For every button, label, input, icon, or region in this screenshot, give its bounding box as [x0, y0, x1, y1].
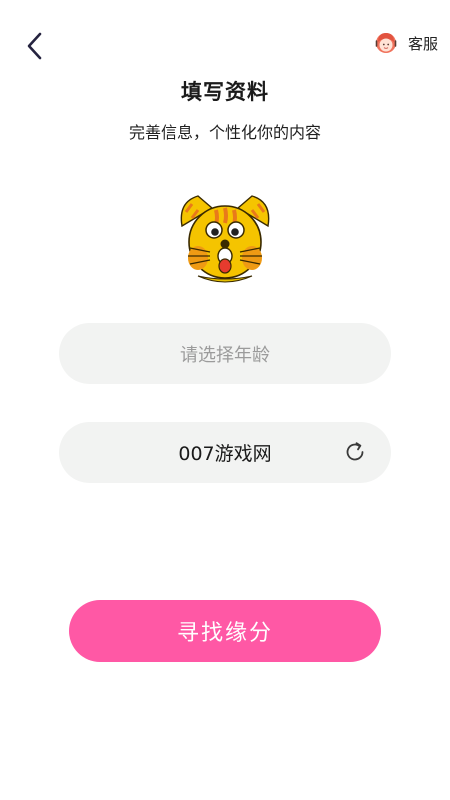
- back-button[interactable]: [18, 28, 54, 64]
- profile-setup-page: 客服 填写资料 完善信息，个性化你的内容 请选择年龄 007游戏网 寻找缘分: [0, 0, 450, 800]
- refresh-icon: [346, 442, 364, 461]
- nickname-field[interactable]: 007游戏网: [59, 422, 391, 483]
- age-select[interactable]: 请选择年龄: [59, 323, 391, 384]
- page-title: 填写资料: [181, 80, 269, 104]
- page-subtitle: 完善信息，个性化你的内容: [128, 123, 321, 142]
- nickname-value: 007游戏网: [178, 443, 272, 465]
- find-match-button[interactable]: 寻找缘分: [69, 600, 381, 662]
- customer-service-icon: [375, 33, 397, 53]
- customer-service-button[interactable]: 客服: [372, 28, 438, 58]
- age-select-placeholder: 请选择年龄: [180, 344, 270, 366]
- avatar[interactable]: [176, 188, 274, 288]
- cartoon-cat-avatar-icon: [180, 195, 270, 283]
- chevron-left-icon: [27, 32, 42, 60]
- customer-service-label: 客服: [407, 34, 438, 53]
- refresh-nickname-button[interactable]: [343, 440, 367, 464]
